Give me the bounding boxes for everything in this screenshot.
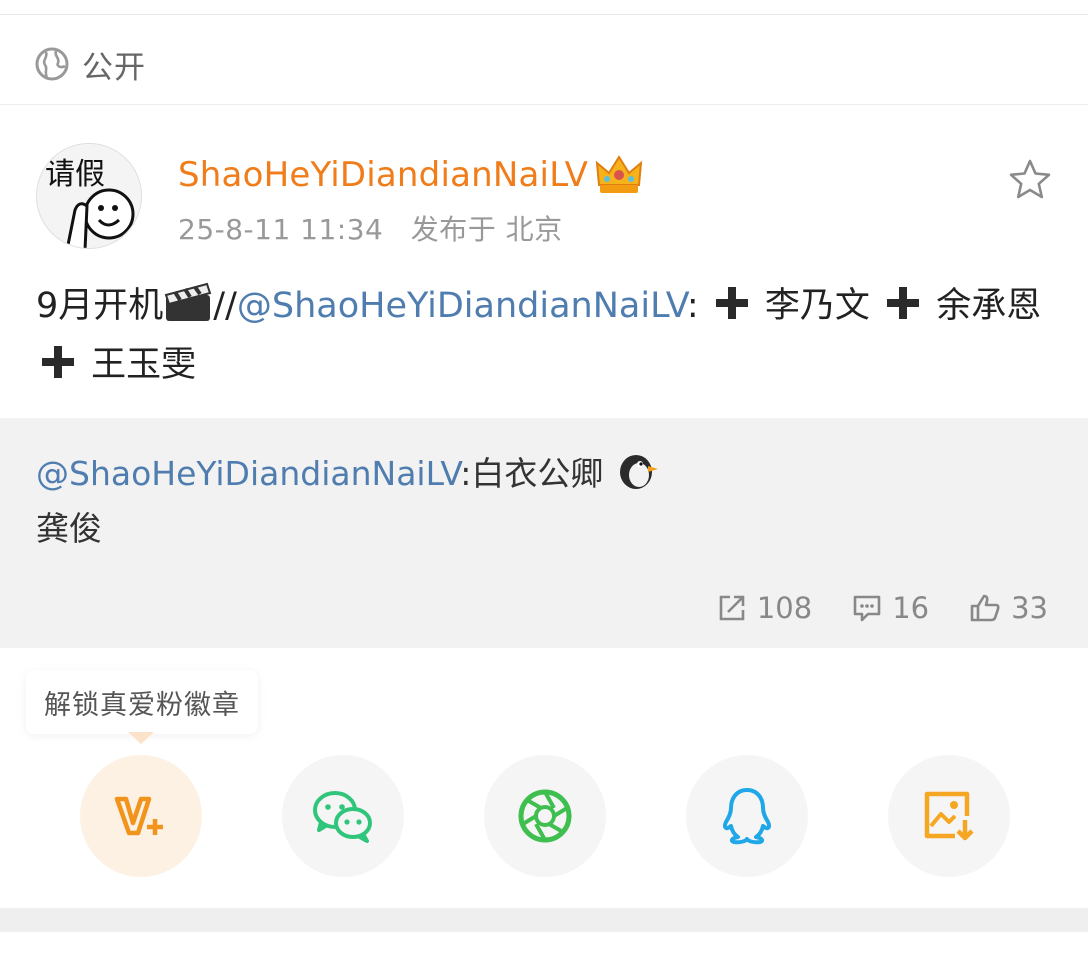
comment-count[interactable]: 16 xyxy=(852,591,929,625)
repost-mention-link[interactable]: @ShaoHeYiDiandianNaiLV xyxy=(36,454,460,493)
moments-aperture-icon xyxy=(518,789,572,843)
post-location: 发布于 北京 xyxy=(410,213,563,246)
mention-link[interactable]: @ShaoHeYiDiandianNaiLV xyxy=(237,286,687,326)
wechat-share-button[interactable] xyxy=(282,755,404,877)
plus-emoji-icon xyxy=(42,346,74,378)
unlock-badge-tooltip: 解锁真爱粉徽章 xyxy=(26,670,258,734)
share-bar xyxy=(0,755,1088,877)
repost-card[interactable]: @ShaoHeYiDiandianNaiLV:白衣公卿 龚俊 108 16 33 xyxy=(0,418,1088,648)
post-body: 9月开机 //@ShaoHeYiDiandianNaiLV: 李乃文 余承恩 王玉… xyxy=(36,277,1046,395)
repost-text: :白衣公卿 xyxy=(460,454,604,493)
post-time: 25-8-11 11:34 xyxy=(178,213,384,246)
repost-count[interactable]: 108 xyxy=(717,591,812,625)
plus-emoji-icon xyxy=(715,287,748,319)
clapperboard-emoji-icon xyxy=(164,282,212,321)
like-count-value: 33 xyxy=(1011,591,1048,625)
qq-penguin-icon xyxy=(722,788,772,845)
save-image-button[interactable] xyxy=(888,755,1010,877)
wechat-icon xyxy=(313,791,372,843)
post-text-sep: // xyxy=(213,286,237,326)
post-text-colon: : xyxy=(686,286,699,326)
repost-icon xyxy=(719,595,745,621)
bottom-divider-band xyxy=(0,908,1088,932)
penguin-emoji-icon xyxy=(619,455,658,489)
avatar[interactable]: 请假 xyxy=(36,143,142,249)
top-divider xyxy=(0,14,1088,15)
repost-body: @ShaoHeYiDiandianNaiLV:白衣公卿 龚俊 xyxy=(36,446,1046,556)
like-count[interactable]: 33 xyxy=(969,591,1048,625)
unlock-badge-text: 解锁真爱粉徽章 xyxy=(44,689,240,721)
visibility-indicator: 公开 xyxy=(34,40,146,88)
star-icon[interactable] xyxy=(1006,156,1054,204)
crown-vip-icon xyxy=(595,155,643,193)
post-text-prefix: 9月开机 xyxy=(36,286,164,326)
visibility-label: 公开 xyxy=(82,49,146,86)
author-row: ShaoHeYiDiandianNaiLV xyxy=(178,150,644,200)
name-li-naiwen: 李乃文 xyxy=(764,286,870,326)
save-image-icon xyxy=(924,791,974,841)
plus-emoji-icon xyxy=(887,287,920,319)
tooltip-arrow xyxy=(128,732,154,744)
repost-count-value: 108 xyxy=(756,591,813,625)
vip-plus-icon xyxy=(114,796,163,836)
thumbs-up-icon xyxy=(970,594,1000,622)
avatar-image: 请假 xyxy=(37,144,141,248)
comment-count-value: 16 xyxy=(892,591,930,625)
repost-stats: 108 16 33 xyxy=(717,586,1088,630)
author-name[interactable]: ShaoHeYiDiandianNaiLV xyxy=(178,155,588,195)
repost-second-line: 龚俊 xyxy=(36,509,102,548)
avatar-text: 请假 xyxy=(45,157,105,192)
name-yu-chengen: 余承恩 xyxy=(936,286,1042,326)
globe-icon xyxy=(35,47,69,81)
comment-icon xyxy=(853,595,881,622)
name-wang-yuwen: 王玉雯 xyxy=(91,345,197,385)
vip-share-button[interactable] xyxy=(80,755,202,877)
moments-share-button[interactable] xyxy=(484,755,606,877)
post-meta: 25-8-11 11:34 发布于 北京 xyxy=(178,208,563,248)
qq-share-button[interactable] xyxy=(686,755,808,877)
section-divider xyxy=(0,104,1088,105)
